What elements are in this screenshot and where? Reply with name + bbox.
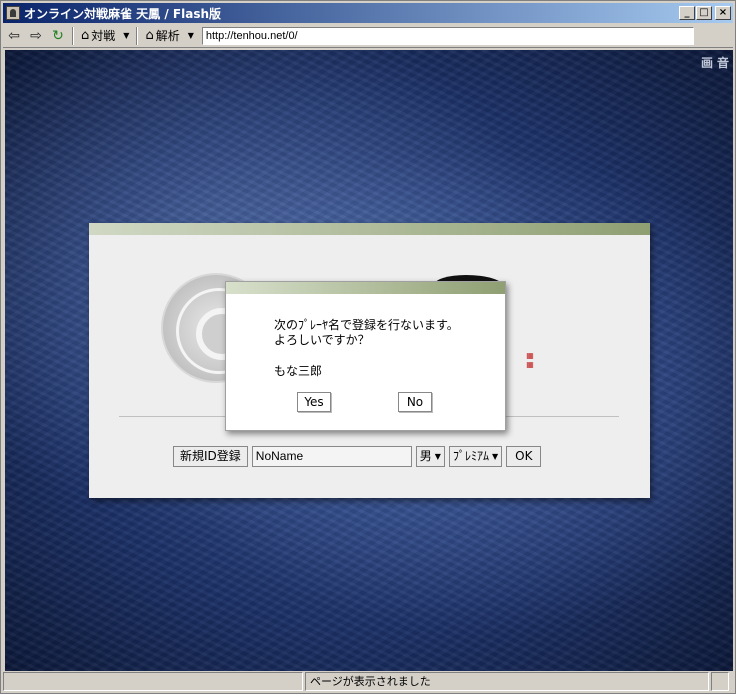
refresh-icon[interactable]: ↻ [47,26,69,46]
status-cell-empty [3,672,303,691]
login-form-row: 新規ID登録 NoName 男 ▼ ﾌﾟﾚﾐｱﾑ ▼ OK [173,445,542,467]
back-icon[interactable]: ⇦ [3,26,25,46]
chevron-down-icon: ▼ [491,451,499,461]
seal-stamp-icon: ▦ ▦ [526,350,534,369]
dialog-message-line1: 次のﾌﾟﾚｰﾔ名で登録を行ないます。 [274,318,459,332]
dialog-header [226,282,505,294]
toolbar-separator [72,26,74,45]
yes-button[interactable]: Yes [297,392,331,412]
toolbar: ⇦ ⇨ ↻ ⌂ 対戦 ▼ ⌂ 解析 ▼ http://tenhou.net/0/ [3,24,733,48]
gender-select-value: 男 [419,448,432,463]
address-bar[interactable]: http://tenhou.net/0/ [201,26,694,45]
toolbar-separator [136,26,139,45]
register-id-button[interactable]: 新規ID登録 [173,445,248,467]
dialog-player-name: もな三郎 [274,364,323,378]
close-button[interactable]: × [715,6,731,20]
app-icon[interactable] [6,6,20,20]
dialog-message: 次のﾌﾟﾚｰﾔ名で登録を行ないます。 よろしいですか？ [274,318,459,348]
graphics-toggle[interactable]: 画 [701,54,713,71]
forward-icon[interactable]: ⇨ [25,26,47,46]
window-controls: _ □ × [678,6,731,20]
menu-kaiseki-label: 解析 [155,29,180,43]
gender-select[interactable]: 男 ▼ [415,445,445,467]
window-title: オンライン対戦麻雀 天鳳 / Flash版 [24,6,222,21]
home-icon: ⌂ [81,28,90,43]
menu-kaiseki-dropdown[interactable]: ⌂ 解析 ▼ [141,26,197,46]
chevron-down-icon: ▼ [123,31,130,40]
flash-content-area: 画 音 ▦ ▦ 新規ID登録 NoName 男 ▼ ﾌﾟﾚﾐｱﾑ ▼ OK 次の… [5,50,733,671]
title-bar[interactable]: オンライン対戦麻雀 天鳳 / Flash版 _ □ × [3,3,733,23]
mode-select-value: ﾌﾟﾚﾐｱﾑ [452,448,489,463]
home-icon: ⌂ [145,28,154,43]
ok-button[interactable]: OK [506,445,542,467]
chevron-down-icon: ▼ [187,31,194,40]
status-bar: ページが表示されました [3,672,733,692]
confirm-dialog: 次のﾌﾟﾚｰﾔ名で登録を行ないます。 よろしいですか？ もな三郎 Yes No [225,281,506,431]
mode-select[interactable]: ﾌﾟﾚﾐｱﾑ ▼ [448,445,503,467]
status-message: ページが表示されました [305,672,709,691]
resize-grip-icon[interactable] [711,672,729,691]
panel-header [89,223,650,235]
maximize-button[interactable]: □ [696,6,712,20]
browser-window: オンライン対戦麻雀 天鳳 / Flash版 _ □ × ⇦ ⇨ ↻ ⌂ 対戦 ▼… [0,0,736,694]
menu-taisen-dropdown[interactable]: ⌂ 対戦 ▼ [77,26,133,46]
menu-taisen-label: 対戦 [91,29,116,43]
chevron-down-icon: ▼ [434,451,441,461]
minimize-button[interactable]: _ [679,6,695,20]
sound-toggle[interactable]: 音 [717,54,729,71]
corner-controls: 画 音 [701,54,729,71]
dialog-message-line2: よろしいですか？ [274,333,370,347]
player-name-input[interactable]: NoName [251,445,412,467]
no-button[interactable]: No [398,392,432,412]
